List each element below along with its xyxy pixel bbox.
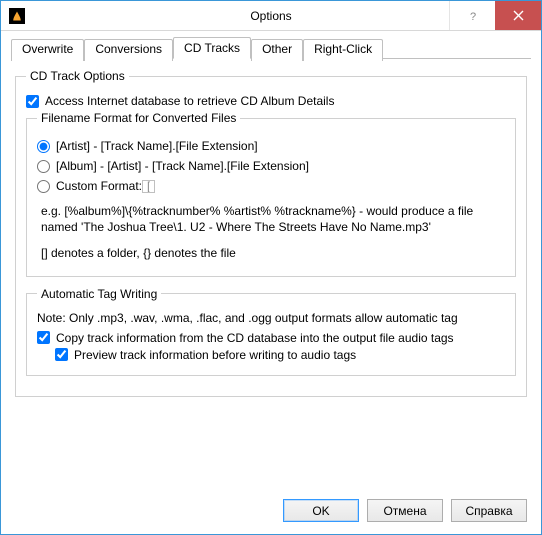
filename-format-radios: [Artist] - [Track Name].[File Extension]…: [37, 139, 505, 193]
close-button[interactable]: [495, 1, 541, 30]
preview-checkbox[interactable]: [55, 348, 68, 361]
tab-bar: Overwrite Conversions CD Tracks Other Ri…: [11, 37, 531, 59]
preview-row[interactable]: Preview track information before writing…: [55, 348, 505, 362]
access-internet-label: Access Internet database to retrieve CD …: [45, 94, 334, 108]
app-icon: [9, 8, 25, 24]
cd-track-options-group: CD Track Options Access Internet databas…: [15, 69, 527, 397]
custom-format-input[interactable]: [142, 180, 155, 193]
help-button-bottom[interactable]: Справка: [451, 499, 527, 522]
radio-custom-row: Custom Format:: [37, 179, 505, 193]
radio-custom[interactable]: [37, 180, 50, 193]
tab-conversions[interactable]: Conversions: [84, 39, 173, 61]
preview-label: Preview track information before writing…: [74, 348, 356, 362]
filename-format-group: Filename Format for Converted Files [Art…: [26, 111, 516, 277]
titlebar: Options ?: [1, 1, 541, 31]
access-internet-checkbox[interactable]: [26, 95, 39, 108]
radio-custom-label: Custom Format:: [56, 179, 142, 193]
radio-album-artist-track-row[interactable]: [Album] - [Artist] - [Track Name].[File …: [37, 159, 505, 173]
example-text-2: [] denotes a folder, {} denotes the file: [41, 245, 501, 261]
auto-tag-note: Note: Only .mp3, .wav, .wma, .flac, and …: [37, 311, 505, 325]
window-title: Options: [250, 9, 291, 23]
access-internet-row[interactable]: Access Internet database to retrieve CD …: [26, 94, 516, 108]
radio-artist-track[interactable]: [37, 140, 50, 153]
radio-artist-track-row[interactable]: [Artist] - [Track Name].[File Extension]: [37, 139, 505, 153]
tab-cd-tracks[interactable]: CD Tracks: [173, 37, 251, 59]
help-button[interactable]: ?: [449, 1, 495, 30]
button-bar: OK Отмена Справка: [1, 489, 541, 534]
copy-info-row[interactable]: Copy track information from the CD datab…: [37, 331, 505, 345]
cd-track-options-legend: CD Track Options: [26, 69, 129, 83]
radio-album-artist-track-label: [Album] - [Artist] - [Track Name].[File …: [56, 159, 309, 173]
radio-album-artist-track[interactable]: [37, 160, 50, 173]
window-controls: ?: [449, 1, 541, 30]
auto-tag-group: Automatic Tag Writing Note: Only .mp3, .…: [26, 287, 516, 376]
tab-other[interactable]: Other: [251, 39, 303, 61]
auto-tag-legend: Automatic Tag Writing: [37, 287, 161, 301]
cancel-button[interactable]: Отмена: [367, 499, 443, 522]
tab-content: CD Track Options Access Internet databas…: [1, 59, 541, 489]
radio-artist-track-label: [Artist] - [Track Name].[File Extension]: [56, 139, 258, 153]
radio-custom-label-wrap[interactable]: Custom Format:: [37, 179, 142, 193]
tab-overwrite[interactable]: Overwrite: [11, 39, 84, 61]
copy-info-checkbox[interactable]: [37, 331, 50, 344]
example-text-1: e.g. [%album%]\{%tracknumber% %artist% %…: [41, 203, 501, 235]
filename-format-legend: Filename Format for Converted Files: [37, 111, 240, 125]
svg-text:?: ?: [470, 11, 476, 22]
tab-right-click[interactable]: Right-Click: [303, 39, 383, 61]
copy-info-label: Copy track information from the CD datab…: [56, 331, 454, 345]
options-window: Options ? Overwrite Conversions CD Track…: [0, 0, 542, 535]
ok-button[interactable]: OK: [283, 499, 359, 522]
